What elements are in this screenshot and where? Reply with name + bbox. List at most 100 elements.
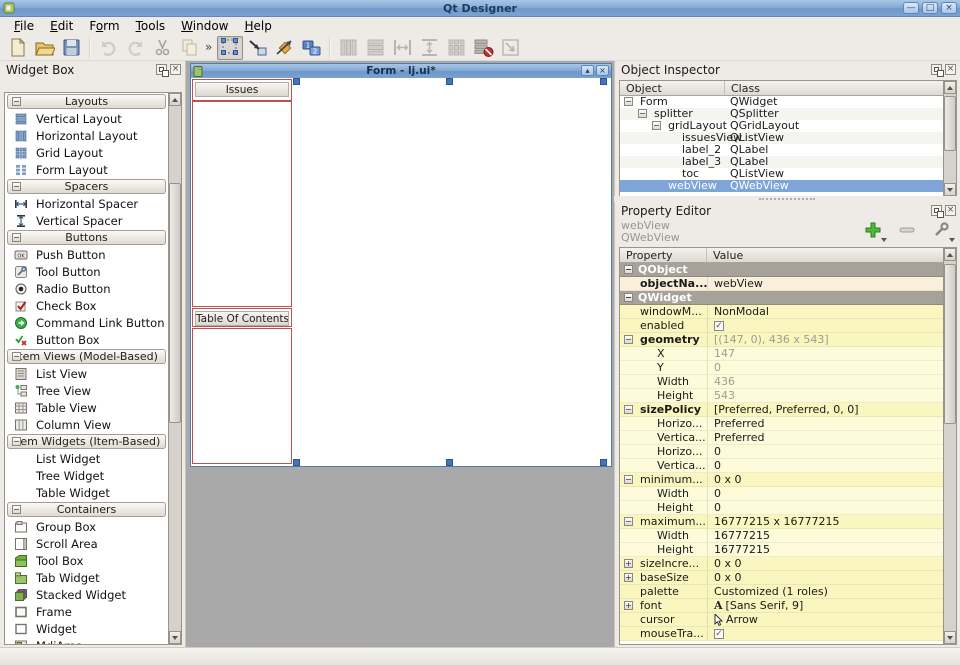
property-row-font[interactable]: +fontA[Sans Serif, 9] bbox=[620, 599, 943, 613]
widget-item-group-box[interactable]: Group Box bbox=[5, 518, 168, 535]
collapse-icon[interactable]: − bbox=[12, 182, 21, 191]
property-row-width[interactable]: Width16777215 bbox=[620, 529, 943, 543]
edit-tab-order-button[interactable]: 12 bbox=[298, 36, 324, 60]
widget-item-tool-box[interactable]: Tool Box bbox=[5, 552, 168, 569]
widget-item-tab-widget[interactable]: Tab Widget bbox=[5, 569, 168, 586]
property-group-qobject[interactable]: −QObject bbox=[620, 263, 943, 277]
copy-button[interactable] bbox=[176, 36, 202, 60]
property-value[interactable]: 543 bbox=[707, 389, 943, 402]
collapse-icon[interactable]: − bbox=[12, 233, 21, 242]
float-panel-icon[interactable] bbox=[156, 64, 167, 75]
overflow-chevron-icon[interactable]: » bbox=[203, 40, 217, 56]
form-titlebar[interactable]: Form - lj.ui* ▴ × bbox=[191, 64, 611, 78]
lay-out-vertically-splitter-button[interactable] bbox=[416, 36, 442, 60]
property-value[interactable]: Arrow bbox=[707, 613, 943, 626]
scroll-up-icon[interactable] bbox=[944, 248, 956, 261]
adjust-size-button[interactable] bbox=[497, 36, 523, 60]
collapse-icon[interactable]: − bbox=[12, 437, 21, 446]
property-editor-titlebar[interactable]: Property Editor × bbox=[615, 202, 960, 220]
section-buttons[interactable]: −Buttons bbox=[7, 230, 166, 245]
property-value[interactable]: [Preferred, Preferred, 0, 0] bbox=[707, 403, 943, 416]
close-panel-icon[interactable]: × bbox=[945, 64, 956, 75]
property-row-enabled[interactable]: enabled✓ bbox=[620, 319, 943, 333]
widget-item-stacked-widget[interactable]: Stacked Widget bbox=[5, 586, 168, 603]
property-value[interactable]: 0 bbox=[707, 501, 943, 514]
widget-item-push-button[interactable]: OKPush Button bbox=[5, 246, 168, 263]
widget-item-widget[interactable]: Widget bbox=[5, 620, 168, 637]
float-panel-icon[interactable] bbox=[931, 64, 942, 75]
shade-icon[interactable]: ▴ bbox=[581, 65, 594, 76]
close-panel-icon[interactable]: × bbox=[945, 205, 956, 216]
selection-handle-bottom-middle[interactable] bbox=[446, 459, 453, 466]
widget-item-vertical-spacer[interactable]: Vertical Spacer bbox=[5, 212, 168, 229]
widget-item-frame[interactable]: Frame bbox=[5, 603, 168, 620]
property-row-basesize[interactable]: +baseSize0 x 0 bbox=[620, 571, 943, 585]
toc-list-view[interactable] bbox=[192, 328, 292, 464]
property-group-qwidget[interactable]: −QWidget bbox=[620, 291, 943, 305]
property-row-windowm[interactable]: windowM...NonModal bbox=[620, 305, 943, 319]
property-value[interactable]: 147 bbox=[707, 347, 943, 360]
property-value[interactable]: 0 bbox=[707, 459, 943, 472]
widget-item-button-box[interactable]: Button Box bbox=[5, 331, 168, 348]
column-header-property[interactable]: Property bbox=[620, 248, 707, 263]
scrollbar-thumb[interactable] bbox=[944, 264, 956, 424]
widget-item-command-link-button[interactable]: Command Link Button bbox=[5, 314, 168, 331]
maximize-icon[interactable]: □ bbox=[922, 2, 938, 14]
float-panel-icon[interactable] bbox=[931, 205, 942, 216]
section-spacers[interactable]: −Spacers bbox=[7, 179, 166, 194]
property-row-minimum[interactable]: −minimum...0 x 0 bbox=[620, 473, 943, 487]
expander-icon[interactable]: − bbox=[638, 109, 647, 118]
property-row-y[interactable]: Y0 bbox=[620, 361, 943, 375]
selection-handle-top-right[interactable] bbox=[600, 78, 607, 85]
property-value[interactable]: ✓ bbox=[707, 319, 943, 332]
property-row-mousetra[interactable]: mouseTra...✓ bbox=[620, 627, 943, 641]
property-value[interactable]: [(147, 0), 436 x 543] bbox=[707, 333, 943, 346]
widget-box-titlebar[interactable]: Widget Box × bbox=[0, 61, 185, 79]
minimize-icon[interactable]: — bbox=[903, 2, 919, 14]
selection-handle-bottom-left[interactable] bbox=[293, 459, 300, 466]
property-row-vertica[interactable]: Vertica...0 bbox=[620, 459, 943, 473]
issues-list-view[interactable] bbox=[192, 101, 292, 307]
form-close-icon[interactable]: × bbox=[596, 65, 609, 76]
widget-box-scrollbar[interactable] bbox=[168, 93, 181, 644]
expander-icon[interactable]: − bbox=[652, 121, 661, 130]
property-value[interactable]: 16777215 bbox=[707, 543, 943, 556]
scroll-up-icon[interactable] bbox=[944, 81, 956, 94]
inspector-row-label-2[interactable]: label_2QLabel bbox=[620, 144, 943, 156]
property-row-height[interactable]: Height0 bbox=[620, 501, 943, 515]
section-containers[interactable]: −Containers bbox=[7, 502, 166, 517]
property-value[interactable]: 16777215 bbox=[707, 529, 943, 542]
close-icon[interactable]: × bbox=[941, 2, 957, 14]
scroll-down-icon[interactable] bbox=[944, 631, 956, 644]
widget-item-vertical-layout[interactable]: Vertical Layout bbox=[5, 110, 168, 127]
object-inspector-scrollbar[interactable] bbox=[943, 81, 956, 196]
menu-edit[interactable]: Edit bbox=[42, 17, 81, 35]
property-row-width[interactable]: Width436 bbox=[620, 375, 943, 389]
property-value[interactable]: 0 x 0 bbox=[707, 571, 943, 584]
property-row-maximum[interactable]: −maximum...16777215 x 16777215 bbox=[620, 515, 943, 529]
configure-property-editor-button[interactable] bbox=[929, 220, 953, 240]
close-panel-icon[interactable]: × bbox=[170, 64, 181, 75]
main-titlebar[interactable]: Qt Designer — □ × bbox=[0, 0, 960, 17]
menu-form[interactable]: Form bbox=[81, 17, 127, 35]
property-value[interactable]: 436 bbox=[707, 375, 943, 388]
column-header-value[interactable]: Value bbox=[707, 248, 945, 263]
property-value[interactable]: Preferred bbox=[707, 417, 943, 430]
save-form-button[interactable] bbox=[58, 36, 84, 60]
property-row-cursor[interactable]: cursorArrow bbox=[620, 613, 943, 627]
widget-item-tool-button[interactable]: Tool Button bbox=[5, 263, 168, 280]
expander-icon[interactable]: − bbox=[624, 97, 633, 106]
section-layouts[interactable]: −Layouts bbox=[7, 94, 166, 109]
property-value[interactable]: 16777215 x 16777215 bbox=[707, 515, 943, 528]
menu-file[interactable]: File bbox=[6, 17, 42, 35]
menu-window[interactable]: Window bbox=[173, 17, 236, 35]
form-window[interactable]: Form - lj.ui* ▴ × Issues Table Of Conten… bbox=[190, 63, 612, 467]
widget-item-table-widget[interactable]: Table Widget bbox=[5, 484, 168, 501]
collapse-icon[interactable]: − bbox=[12, 352, 21, 361]
property-row-vertica[interactable]: Vertica...Preferred bbox=[620, 431, 943, 445]
property-value[interactable]: 0 bbox=[707, 361, 943, 374]
property-row-width[interactable]: Width0 bbox=[620, 487, 943, 501]
redo-button[interactable] bbox=[122, 36, 148, 60]
property-row-objectna[interactable]: objectNa...webView bbox=[620, 277, 943, 291]
widget-item-table-view[interactable]: Table View bbox=[5, 399, 168, 416]
